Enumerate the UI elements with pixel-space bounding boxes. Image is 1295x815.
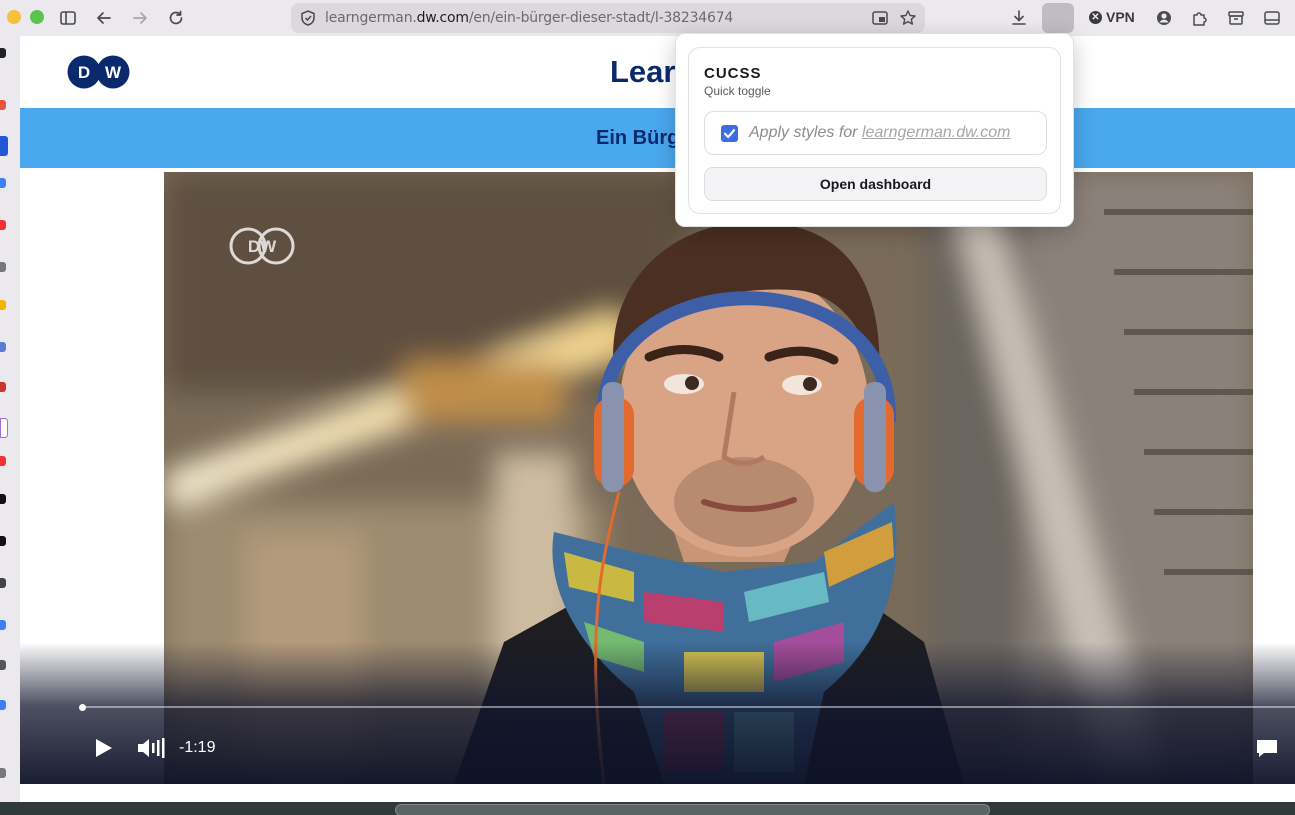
reload-icon[interactable] (165, 7, 187, 29)
window-icon[interactable] (1261, 7, 1283, 29)
tab-favicon[interactable] (0, 100, 6, 110)
lesson-header-band: Ein Bürg (20, 108, 1295, 168)
shield-icon[interactable] (297, 7, 319, 29)
tab-favicon[interactable] (0, 536, 6, 546)
video-watermark: DW (248, 237, 277, 256)
tab-favicon[interactable] (0, 768, 6, 778)
tab-favicon[interactable] (0, 578, 6, 588)
tab-favicon[interactable] (0, 220, 6, 230)
video-progress-bar[interactable] (81, 706, 1295, 708)
tab-favicon[interactable] (0, 262, 6, 272)
archive-icon[interactable] (1225, 7, 1247, 29)
tab-favicon[interactable] (0, 178, 6, 188)
apply-styles-domain: learngerman.dw.com (861, 124, 1011, 141)
sidebar-icon[interactable] (57, 7, 79, 29)
tab-favicon[interactable] (0, 300, 6, 310)
tab-favicon[interactable] (0, 136, 8, 156)
tab-favicon[interactable] (0, 418, 8, 438)
puzzle-icon[interactable] (1189, 7, 1211, 29)
url-text[interactable]: learngerman.dw.com/en/ein-bürger-dieser-… (325, 10, 733, 26)
checkmark-icon (723, 129, 736, 139)
bookmark-star-icon[interactable] (897, 7, 919, 29)
apply-styles-toggle[interactable]: Apply styles for learngerman.dw.com (704, 111, 1047, 155)
web-page: DW D W Lear Ein Bürg (20, 36, 1295, 802)
back-icon[interactable] (93, 7, 115, 29)
browser-window: learngerman.dw.com/en/ein-bürger-dieser-… (0, 0, 1295, 815)
vpn-label: VPN (1106, 9, 1135, 25)
svg-text:W: W (105, 63, 122, 82)
extension-popup: CUCSS Quick toggle Apply styles for lear… (675, 33, 1074, 227)
picture-in-picture-icon[interactable] (869, 7, 891, 29)
apply-styles-label: Apply styles for learngerman.dw.com (749, 124, 1010, 142)
video-player[interactable]: DW -1:19 (20, 172, 1295, 784)
tab-favicon[interactable] (0, 700, 6, 710)
account-icon[interactable] (1153, 7, 1175, 29)
page-title: Lear (610, 54, 676, 89)
video-scrub-handle[interactable] (79, 704, 86, 711)
popup-title: CUCSS (704, 65, 762, 82)
url-prefix: learngerman. (325, 10, 417, 26)
dock-strip (0, 802, 1295, 815)
tab-favicon[interactable] (0, 342, 6, 352)
address-bar[interactable]: learngerman.dw.com/en/ein-bürger-dieser-… (291, 3, 925, 33)
vpn-icon: ✕ (1089, 10, 1102, 24)
lesson-title: Ein Bürg (596, 127, 680, 149)
apply-styles-text: Apply styles for (749, 124, 862, 141)
tab-favicon[interactable] (0, 456, 6, 466)
url-domain: dw.com (416, 10, 469, 26)
dw-logo[interactable]: DW D W (67, 54, 131, 90)
download-icon[interactable] (1008, 7, 1030, 29)
tab-favicon[interactable] (0, 48, 6, 58)
tab-favicon[interactable] (0, 620, 6, 630)
tab-favicon[interactable] (0, 494, 6, 504)
vpn-button[interactable]: ✕ VPN (1089, 9, 1135, 25)
svg-text:D: D (78, 63, 90, 82)
apply-styles-checkbox[interactable] (721, 125, 738, 142)
play-icon[interactable] (92, 737, 114, 759)
tab-favicon[interactable] (0, 660, 6, 670)
popup-card: CUCSS Quick toggle Apply styles for lear… (688, 47, 1061, 214)
browser-toolbar: learngerman.dw.com/en/ein-bürger-dieser-… (0, 0, 1295, 36)
tab-favicon[interactable] (0, 382, 6, 392)
minimize-window-button[interactable] (7, 10, 21, 24)
forward-icon[interactable] (129, 7, 151, 29)
popup-subtitle: Quick toggle (704, 84, 771, 98)
extension-icon[interactable] (1042, 3, 1074, 33)
maximize-window-button[interactable] (30, 10, 44, 24)
volume-icon[interactable] (136, 737, 166, 759)
dock-pill (395, 804, 990, 815)
captions-icon[interactable] (1255, 737, 1279, 759)
open-dashboard-button[interactable]: Open dashboard (704, 167, 1047, 201)
url-path: /en/ein-bürger-dieser-stadt/l-38234674 (468, 10, 734, 26)
video-controls-overlay (20, 642, 1295, 784)
vertical-tab-strip (0, 36, 20, 802)
time-remaining: -1:19 (179, 739, 216, 756)
